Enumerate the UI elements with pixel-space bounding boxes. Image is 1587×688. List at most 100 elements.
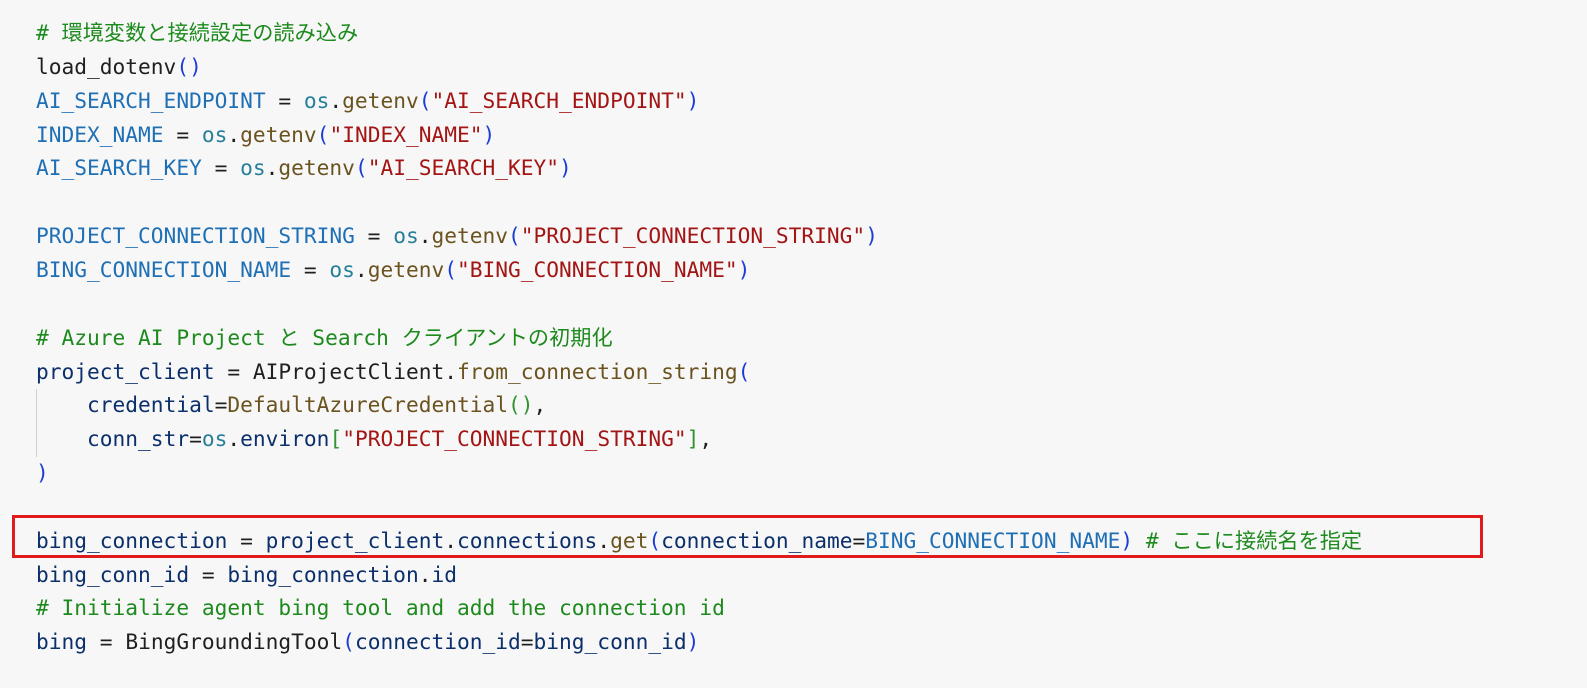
code-token: os: [201, 121, 228, 147]
code-line: ): [36, 456, 49, 490]
code-line: # 環境変数と接続設定の読み込み: [36, 16, 358, 50]
code-token: .: [265, 155, 279, 181]
code-line: # Azure AI Project と Search クライアントの初期化: [36, 321, 613, 355]
code-token: "BING_CONNECTION_NAME": [457, 256, 738, 282]
code-token: =: [291, 256, 330, 282]
code-token: connection_id: [354, 629, 521, 655]
code-line: INDEX_NAME = os.getenv("INDEX_NAME"): [36, 118, 495, 152]
code-token: getenv: [278, 155, 355, 181]
code-token: .: [418, 223, 432, 249]
code-token: environ: [240, 426, 330, 452]
code-token: bing_conn_id: [533, 629, 687, 655]
code-token: ): [1120, 527, 1134, 553]
code-token: ): [482, 121, 496, 147]
code-token: id: [431, 561, 457, 587]
code-token: =: [227, 527, 266, 553]
code-token: BingGroundingTool: [125, 629, 343, 655]
code-token: (): [176, 53, 202, 79]
code-editor[interactable]: # 環境変数と接続設定の読み込み load_dotenv() AI_SEARCH_E…: [0, 0, 1587, 688]
code-line: conn_str=os.environ["PROJECT_CONNECTION_…: [36, 422, 712, 456]
code-token: "AI_SEARCH_ENDPOINT": [431, 87, 687, 113]
code-token: =: [852, 527, 866, 553]
code-token: connection_name: [661, 527, 853, 553]
code-token: # ここに接続名を指定: [1133, 527, 1363, 553]
code-line: load_dotenv(): [36, 50, 202, 84]
code-line: BING_CONNECTION_NAME = os.getenv("BING_C…: [36, 253, 750, 287]
code-token: ): [36, 460, 49, 486]
code-token: =: [163, 121, 202, 147]
code-token: =: [214, 358, 253, 384]
code-line: credential=DefaultAzureCredential(),: [36, 388, 546, 422]
code-token: =: [354, 223, 394, 249]
code-token: [: [329, 426, 343, 452]
code-line: AI_SEARCH_KEY = os.getenv("AI_SEARCH_KEY…: [36, 151, 572, 185]
code-token: =: [214, 392, 228, 418]
code-token: credential: [87, 392, 215, 418]
code-token: ): [686, 629, 700, 655]
code-token: DefaultAzureCredential: [227, 392, 508, 418]
code-token: .: [227, 121, 241, 147]
code-line: AI_SEARCH_ENDPOINT = os.getenv("AI_SEARC…: [36, 84, 699, 118]
code-token: # Azure AI Project と Search クライアントの初期化: [36, 324, 613, 350]
code-token: =: [189, 426, 202, 452]
code-token: "INDEX_NAME": [329, 121, 483, 147]
code-token: ,: [533, 392, 547, 418]
code-token: ,: [699, 426, 713, 452]
code-line: project_client = AIProjectClient.from_co…: [36, 355, 750, 389]
code-token: =: [265, 87, 304, 113]
code-token: os: [329, 256, 355, 282]
code-token: os: [303, 87, 330, 113]
code-token: =: [87, 629, 126, 655]
code-token: getenv: [240, 121, 317, 147]
code-token: bing_connection: [36, 527, 228, 553]
code-token: load_dotenv: [36, 53, 177, 79]
code-token: ): [737, 256, 751, 282]
code-token: (: [648, 527, 662, 553]
code-token: .: [354, 256, 368, 282]
code-token: =: [520, 629, 534, 655]
code-token: (: [737, 358, 751, 384]
code-line: PROJECT_CONNECTION_STRING = os.getenv("P…: [36, 219, 878, 253]
code-token: "AI_SEARCH_KEY": [367, 155, 560, 181]
code-line: # Initialize agent bing tool and add the…: [36, 591, 725, 625]
code-token: (: [342, 629, 355, 655]
code-token: ): [686, 87, 700, 113]
code-token: os: [240, 155, 266, 181]
code-token: INDEX_NAME: [36, 121, 164, 147]
code-token: (: [354, 155, 368, 181]
code-token: BING_CONNECTION_NAME: [865, 527, 1121, 553]
code-token: os: [201, 426, 228, 452]
code-token: conn_str: [87, 426, 190, 452]
code-token: .: [329, 87, 343, 113]
code-token: getenv: [367, 256, 445, 282]
code-token: # 環境変数と接続設定の読み込み: [36, 20, 359, 45]
code-token: AIProjectClient: [252, 358, 445, 384]
code-line: bing_conn_id = bing_connection.id: [36, 558, 457, 592]
code-token: PROJECT_CONNECTION_STRING: [36, 223, 355, 249]
code-line: bing_connection = project_client.connect…: [36, 524, 1362, 558]
code-token: .: [444, 527, 457, 553]
code-token: bing_conn_id: [36, 561, 190, 587]
code-token: "PROJECT_CONNECTION_STRING": [342, 426, 687, 452]
code-token: os: [393, 223, 419, 249]
code-token: .: [597, 527, 611, 553]
code-line: bing = BingGroundingTool(connection_id=b…: [36, 625, 699, 659]
code-token: project_client: [36, 358, 215, 384]
code-token: bing_connection: [227, 561, 419, 587]
code-token: from_connection_string: [456, 358, 738, 384]
code-token: .: [227, 426, 241, 452]
code-token: ]: [686, 426, 700, 452]
code-token: (: [316, 121, 330, 147]
code-token: getenv: [431, 223, 509, 249]
code-token: AI_SEARCH_ENDPOINT: [36, 87, 266, 113]
code-token: (): [508, 392, 534, 418]
code-token: get: [610, 527, 649, 553]
code-token: .: [444, 358, 457, 384]
code-token: AI_SEARCH_KEY: [36, 155, 202, 181]
code-token: "PROJECT_CONNECTION_STRING": [520, 223, 866, 249]
code-token: ): [865, 223, 878, 249]
code-token: bing: [36, 629, 88, 655]
code-token: BING_CONNECTION_NAME: [36, 256, 292, 282]
